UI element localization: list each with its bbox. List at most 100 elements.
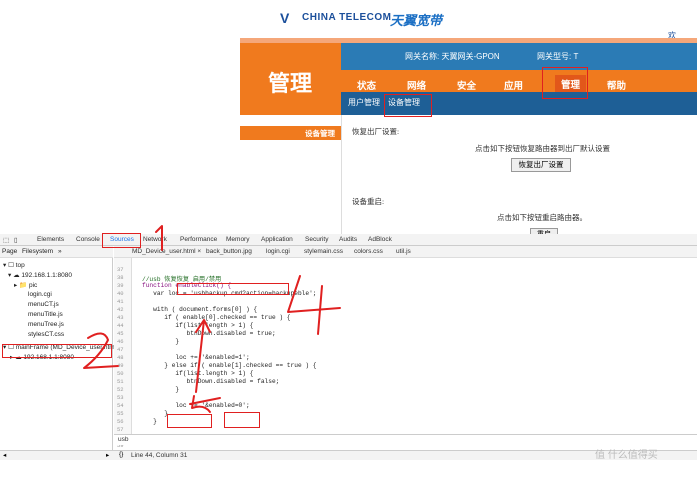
brand-tianyi: 天翼宽带 bbox=[390, 13, 443, 28]
tree-file-menuct[interactable]: menuCT.js bbox=[28, 301, 59, 308]
annotation-box-backup-url bbox=[177, 283, 289, 295]
line-number[interactable]: 43 bbox=[117, 314, 124, 321]
line-number[interactable]: 40 bbox=[117, 290, 124, 297]
watermark: 值 什么值得买 bbox=[595, 450, 658, 461]
device-toggle-icon[interactable]: ▯ bbox=[14, 236, 18, 244]
devtools-panel: ⬚ ▯ Elements Console Sources Network Per… bbox=[0, 234, 697, 493]
code-line[interactable]: if ( enable[0].checked == true ) { bbox=[142, 314, 290, 321]
reboot-hint: 点击如下按钮重启路由器。 bbox=[497, 213, 587, 222]
nav-apps[interactable]: 应用 bbox=[504, 78, 523, 92]
tab-network[interactable]: Network bbox=[143, 236, 167, 243]
telecom-logo-icon: V bbox=[280, 10, 290, 26]
nav-security[interactable]: 安全 bbox=[457, 78, 476, 92]
gateway-name: 网关名称: 天翼网关-GPON bbox=[405, 52, 500, 61]
line-number[interactable]: 42 bbox=[117, 306, 124, 313]
tab-performance[interactable]: Performance bbox=[180, 236, 217, 243]
router-page: V CHINA TELECOM 天翼宽带 欢 管理 网关名称: 天翼网关-GPO… bbox=[240, 0, 697, 240]
code-line[interactable]: } bbox=[142, 418, 157, 425]
line-number[interactable]: 54 bbox=[117, 402, 124, 409]
tab-audits[interactable]: Audits bbox=[339, 236, 357, 243]
file-tab-md-device[interactable]: MD_Device_user.html × bbox=[132, 248, 201, 255]
cursor-position: Line 44, Column 31 bbox=[131, 452, 188, 459]
page-title: 管理 bbox=[268, 71, 313, 96]
tree-origin[interactable]: ▾ ☁ 192.168.1.1:8080 bbox=[8, 271, 72, 279]
line-number[interactable]: 51 bbox=[117, 378, 124, 385]
search-input[interactable]: usb bbox=[118, 436, 128, 443]
line-number[interactable]: 48 bbox=[117, 354, 124, 361]
subnav-user-management[interactable]: 用户管理 bbox=[348, 97, 380, 108]
code-line[interactable]: with ( document.forms[0] ) { bbox=[142, 306, 257, 313]
file-tab-back-button[interactable]: back_button.jpg bbox=[206, 248, 252, 255]
file-tab-stylemain[interactable]: stylemain.css bbox=[304, 248, 343, 255]
nav-status[interactable]: 状态 bbox=[357, 78, 376, 92]
line-number[interactable]: 50 bbox=[117, 370, 124, 377]
gateway-model: 网关型号: T bbox=[537, 52, 579, 61]
tree-file-menutitle[interactable]: menuTitle.js bbox=[28, 311, 63, 318]
scroll-left-icon[interactable]: ◂ bbox=[3, 451, 6, 459]
code-line[interactable]: loc += '&enabled=1'; bbox=[142, 354, 249, 361]
tab-memory[interactable]: Memory bbox=[226, 236, 249, 243]
nav-network[interactable]: 网络 bbox=[407, 78, 426, 92]
left-menu-item-device[interactable]: 设备管理 bbox=[240, 126, 341, 140]
line-number[interactable]: 46 bbox=[117, 338, 124, 345]
code-line[interactable]: if(list.length > 1) { bbox=[142, 370, 253, 377]
annotation-box-sources bbox=[102, 233, 141, 248]
tree-file-stylesct[interactable]: stylesCT.css bbox=[28, 331, 64, 338]
file-tab-login[interactable]: login.cgi bbox=[266, 248, 290, 255]
code-line[interactable]: } bbox=[142, 386, 179, 393]
line-number[interactable]: 41 bbox=[117, 298, 124, 305]
main-nav: 状态 网络 安全 应用 管理 帮助 bbox=[341, 70, 697, 93]
file-tab-colors[interactable]: colors.css bbox=[354, 248, 383, 255]
code-line[interactable]: loc += '&enabled=0'; bbox=[142, 402, 249, 409]
tab-elements[interactable]: Elements bbox=[37, 236, 64, 243]
code-line[interactable]: btnDown.disabled = true; bbox=[142, 330, 276, 337]
line-number[interactable]: 55 bbox=[117, 410, 124, 417]
format-icon[interactable]: {} bbox=[119, 451, 123, 458]
tab-application[interactable]: Application bbox=[261, 236, 293, 243]
nav-tab-page[interactable]: Page bbox=[2, 248, 17, 255]
tree-top[interactable]: ▾ ☐ top bbox=[3, 261, 25, 269]
tree-file-login[interactable]: login.cgi bbox=[28, 291, 52, 298]
left-menu-label: 设备管理 bbox=[305, 129, 335, 138]
tab-console[interactable]: Console bbox=[76, 236, 100, 243]
brand-name: CHINA TELECOM bbox=[302, 12, 392, 23]
line-number[interactable]: 56 bbox=[117, 418, 124, 425]
annotation-box-sessionkey-param bbox=[167, 414, 212, 428]
line-number[interactable]: 53 bbox=[117, 394, 124, 401]
restore-hint: 点击如下按钮恢复路由器到出厂默认设置 bbox=[475, 144, 610, 153]
line-number[interactable]: 38 bbox=[117, 274, 124, 281]
nav-help[interactable]: 帮助 bbox=[607, 78, 626, 92]
tab-security[interactable]: Security bbox=[305, 236, 328, 243]
line-number[interactable]: 47 bbox=[117, 346, 124, 353]
annotation-box-manage-tab bbox=[542, 67, 588, 99]
search-bar[interactable]: usb bbox=[114, 434, 697, 445]
code-line[interactable]: } bbox=[142, 410, 168, 417]
restore-label: 恢复出厂设置: bbox=[352, 127, 400, 136]
reboot-label: 设备重启: bbox=[352, 197, 385, 206]
nav-tab-filesystem[interactable]: Filesystem bbox=[22, 248, 53, 255]
line-number[interactable]: 45 bbox=[117, 330, 124, 337]
scroll-right-icon[interactable]: ▸ bbox=[106, 451, 109, 459]
code-line[interactable]: } bbox=[142, 338, 179, 345]
inspect-icon[interactable]: ⬚ bbox=[3, 236, 9, 244]
line-number[interactable]: 39 bbox=[117, 282, 124, 289]
line-gutter: 37 38 39 40 41 42 43 44 45 46 47 48 49 50 51 52 53 54 55 56… bbox=[114, 258, 132, 449]
tree-file-menutree[interactable]: menuTree.js bbox=[28, 321, 64, 328]
restore-factory-button[interactable]: 恢复出厂设置 bbox=[511, 158, 571, 172]
status-bar: ◂ ▸ {} Line 44, Column 31 bbox=[0, 450, 697, 460]
code-line[interactable]: } else if ( enable[1].checked == true ) … bbox=[142, 362, 316, 369]
nav-tab-more[interactable]: » bbox=[58, 248, 62, 255]
code-line[interactable]: btnDown.disabled = false; bbox=[142, 378, 280, 385]
annotation-box-sessionkey-var bbox=[224, 412, 260, 428]
line-number[interactable]: 44 bbox=[117, 322, 124, 329]
navigator-tabs: Page Filesystem » bbox=[0, 246, 113, 258]
line-number[interactable]: 52 bbox=[117, 386, 124, 393]
tab-adblock[interactable]: AdBlock bbox=[368, 236, 392, 243]
file-tab-util[interactable]: util.js bbox=[396, 248, 411, 255]
tree-folder-pic[interactable]: ▸ 📁 pic bbox=[14, 281, 37, 289]
gateway-info-bar bbox=[341, 43, 697, 70]
line-number[interactable]: 57 bbox=[117, 426, 124, 433]
code-line[interactable]: if(list.length > 1) { bbox=[142, 322, 253, 329]
line-number[interactable]: 37 bbox=[117, 266, 124, 273]
line-number[interactable]: 49 bbox=[117, 362, 124, 369]
